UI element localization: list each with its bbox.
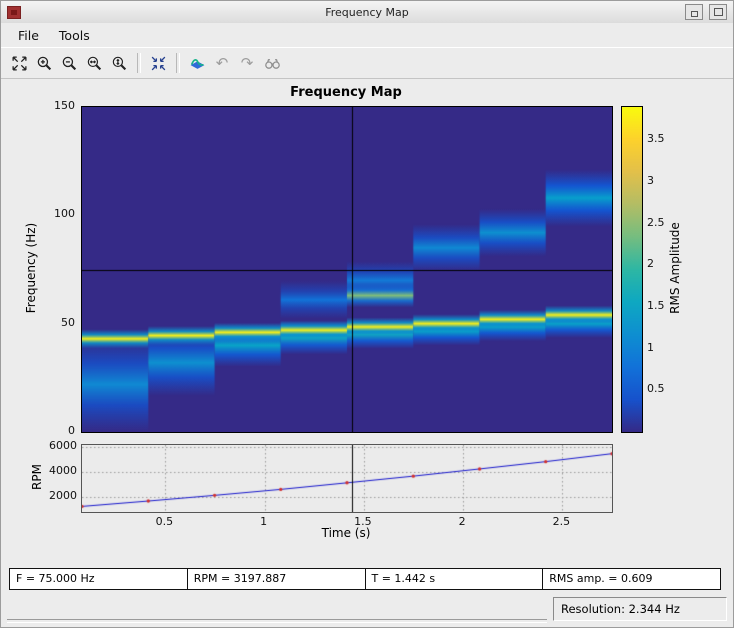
maximize-button[interactable] <box>709 4 727 20</box>
window-menu-button[interactable] <box>7 5 21 19</box>
expand-button[interactable] <box>7 51 31 75</box>
rpm-plot[interactable] <box>81 444 613 513</box>
zoom-y-icon <box>112 56 126 70</box>
titlebar[interactable]: Frequency Map <box>1 1 733 24</box>
main-ylabel: Frequency (Hz) <box>24 222 38 314</box>
time-xtick-label: 2 <box>458 515 466 528</box>
minimize-icon <box>690 11 698 17</box>
freq-ytick-label: 0 <box>68 424 75 437</box>
zoom-in-icon <box>37 56 51 70</box>
colorbar-tick-label: 3 <box>647 174 654 187</box>
menubar: File Tools <box>1 23 733 47</box>
readout-time: T = 1.442 s <box>364 568 544 590</box>
time-xtick-label: 0.5 <box>155 515 174 528</box>
window-menu-icon <box>11 9 17 15</box>
zoom-in-button[interactable] <box>32 51 56 75</box>
undo-button[interactable]: ↶ <box>210 51 234 75</box>
readout-rms: RMS amp. = 0.609 <box>542 568 721 590</box>
readout-bar: F = 75.000 Hz RPM = 3197.887 T = 1.442 s… <box>9 568 721 590</box>
redo-icon: ↷ <box>240 53 254 72</box>
colorbar-tick-label: 1 <box>647 340 654 354</box>
surface-button[interactable] <box>185 51 209 75</box>
statusbar-divider <box>7 619 547 623</box>
colorbar-tick-label: 1.5 <box>647 299 665 312</box>
menu-tools[interactable]: Tools <box>54 26 95 45</box>
freq-ytick-label: 150 <box>54 99 75 112</box>
freq-ytick-label: 50 <box>61 315 75 329</box>
colorbar[interactable] <box>621 106 643 433</box>
zoom-out-button[interactable] <box>57 51 81 75</box>
minimize-button[interactable] <box>685 4 703 20</box>
time-xtick-label: 1.5 <box>354 515 372 528</box>
app-window: Frequency Map File Tools ↶ ↷ Frequency M… <box>0 0 734 628</box>
resolution-panel: Resolution: 2.344 Hz <box>553 597 727 621</box>
toolbar: ↶ ↷ <box>1 47 733 79</box>
time-xtick-label: 2.5 <box>552 515 571 528</box>
redo-button[interactable]: ↷ <box>235 51 259 75</box>
binoculars-icon <box>264 58 280 69</box>
zoom-x-icon <box>87 56 101 70</box>
reset-view-icon <box>151 56 165 70</box>
readout-rpm: RPM = 3197.887 <box>186 568 366 590</box>
zoom-x-button[interactable] <box>82 51 106 75</box>
colorbar-tick-label: 0.5 <box>647 382 665 396</box>
expand-icon <box>11 55 27 71</box>
maximize-icon <box>713 8 723 16</box>
freq-ytick-label: 100 <box>54 207 75 221</box>
toolbar-separator <box>137 53 141 73</box>
window-title: Frequency Map <box>325 5 409 19</box>
frequency-map-plot[interactable] <box>81 106 613 433</box>
zoom-y-button[interactable] <box>107 51 131 75</box>
time-xtick-label: 1 <box>260 515 268 528</box>
zoom-out-icon <box>62 56 76 70</box>
rpm-ytick-label: 6000 <box>49 439 77 453</box>
rpm-ytick-label: 2000 <box>49 489 77 503</box>
toolbar-separator <box>176 53 180 73</box>
plot-title: Frequency Map <box>290 85 402 100</box>
reset-view-button[interactable] <box>146 51 170 75</box>
colorbar-tick-label: 2 <box>647 257 654 271</box>
figure-area: Frequency Map Frequency (Hz) RMS Amplitu… <box>1 77 733 563</box>
colorbar-tick-label: 2.5 <box>647 215 665 229</box>
readout-frequency: F = 75.000 Hz <box>9 568 188 590</box>
rpm-ytick-label: 4000 <box>49 464 77 478</box>
binoculars-button[interactable] <box>260 51 284 75</box>
undo-icon: ↶ <box>215 53 229 72</box>
colorbar-tick-label: 3.5 <box>647 132 665 146</box>
surface-icon <box>190 58 204 69</box>
menu-file[interactable]: File <box>13 26 44 45</box>
